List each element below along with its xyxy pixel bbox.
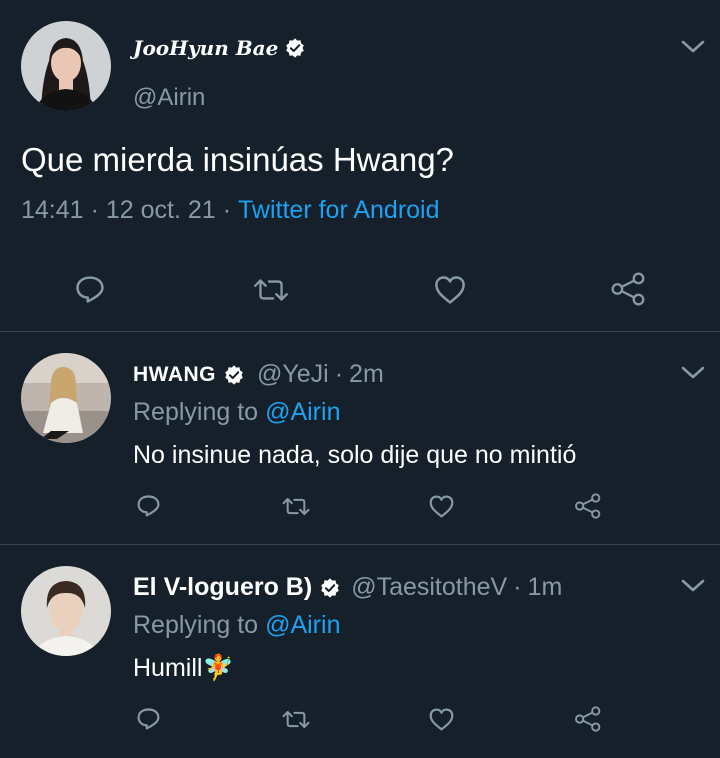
tweet-age: 2m [349, 360, 384, 388]
replying-to-link[interactable]: @Airin [265, 611, 340, 640]
reply-icon[interactable] [135, 705, 162, 732]
tweet-time: 14:41 [21, 196, 84, 224]
retweet-icon[interactable] [281, 494, 311, 519]
tweet-meta: 14:41 · 12 oct. 21 · Twitter for Android [21, 196, 440, 225]
handle[interactable]: @YeJi [257, 360, 329, 389]
avatar[interactable] [21, 353, 111, 443]
display-name[interactable]: JooHyun Bae [133, 36, 278, 60]
author-row: El V-loguero B) @TaesitotheV · 1m [133, 573, 562, 602]
verified-icon [225, 364, 243, 385]
replying-to-label: Replying to [133, 398, 259, 426]
replying-to-label: Replying to [133, 611, 259, 639]
tweet-text: Humill🧚 [133, 654, 234, 682]
handle[interactable]: @Airin [133, 84, 205, 112]
meta-separator: · [513, 573, 522, 601]
retweet-icon[interactable] [252, 274, 290, 306]
meta-separator: · [90, 196, 99, 224]
chevron-down-icon[interactable] [680, 38, 706, 56]
reply-icon[interactable] [135, 492, 162, 519]
chevron-down-icon[interactable] [680, 577, 706, 595]
verified-icon [321, 577, 339, 598]
like-icon[interactable] [428, 706, 455, 733]
tweet-date: 12 oct. 21 [105, 196, 216, 224]
display-name[interactable]: HWANG [133, 363, 216, 387]
replying-to: Replying to @Airin [133, 398, 340, 427]
tweet-text: No insinue nada, solo dije que no mintió [133, 441, 577, 469]
divider [0, 544, 720, 545]
author-row: JooHyun Bae [133, 36, 306, 60]
share-icon[interactable] [574, 705, 603, 733]
share-icon[interactable] [610, 271, 648, 307]
tweet-source-link[interactable]: Twitter for Android [238, 196, 439, 225]
avatar[interactable] [21, 566, 111, 656]
meta-separator: · [222, 196, 232, 224]
reply-icon[interactable] [73, 272, 107, 306]
divider [0, 331, 720, 332]
display-name[interactable]: El V-loguero B) [133, 573, 312, 602]
like-icon[interactable] [433, 273, 467, 307]
avatar[interactable] [21, 21, 111, 111]
replying-to: Replying to @Airin [133, 611, 340, 640]
chevron-down-icon[interactable] [680, 364, 706, 382]
like-icon[interactable] [428, 493, 455, 520]
verified-icon [286, 38, 305, 58]
share-icon[interactable] [574, 492, 603, 520]
retweet-icon[interactable] [281, 707, 311, 732]
replying-to-link[interactable]: @Airin [265, 398, 340, 427]
author-row: HWANG @YeJi · 2m [133, 360, 384, 389]
handle[interactable]: @TaesitotheV [351, 573, 507, 602]
tweet-text: Que mierda insinúas Hwang? [21, 141, 454, 178]
tweet-age: 1m [527, 573, 563, 601]
meta-separator: · [334, 360, 344, 388]
